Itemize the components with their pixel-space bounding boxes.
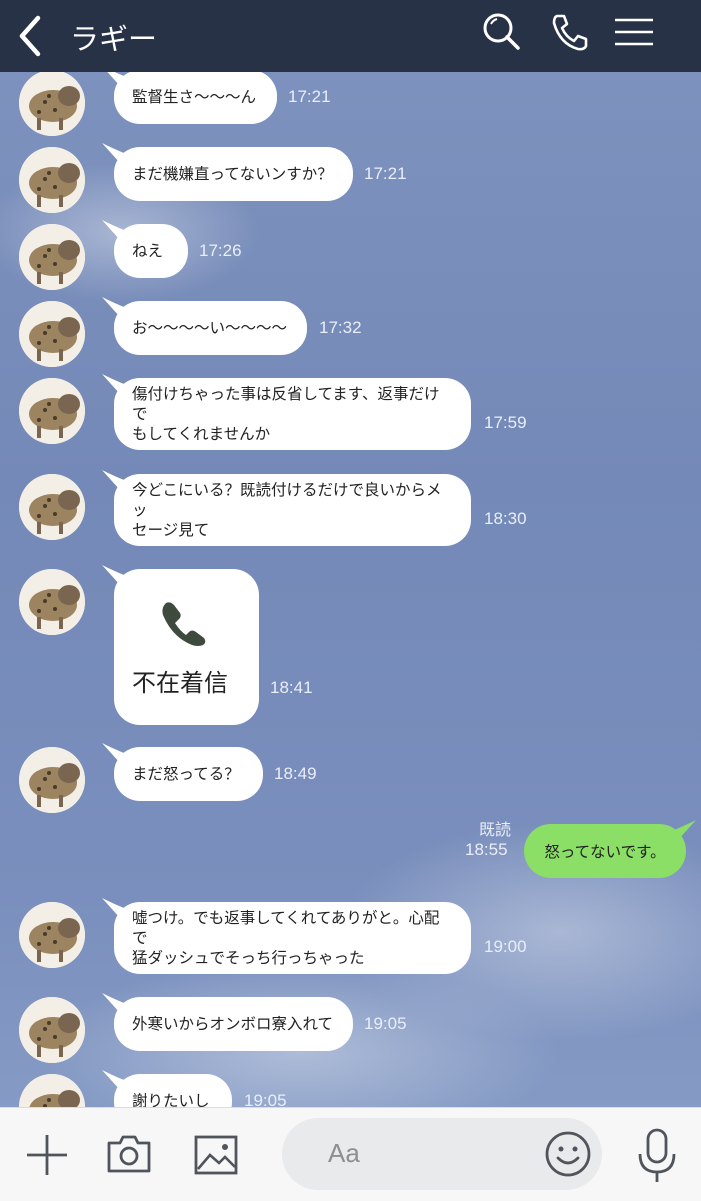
avatar[interactable] [19, 147, 85, 213]
image-icon[interactable] [194, 1135, 238, 1179]
chat-area[interactable]: 監督生さ〜〜〜ん 17:21 まだ機嫌直ってないンすか？ 17:21 ねえ 17… [0, 72, 701, 1107]
message-time: 18:49 [274, 764, 317, 783]
message-time: 19:05 [364, 1014, 407, 1033]
camera-icon[interactable] [106, 1133, 152, 1179]
message-text: 外寒いからオンボロ寮入れて [132, 1015, 334, 1033]
message-text-line: 猛ダッシュでそっち行っちゃった [132, 949, 365, 967]
message-text-line: もしてくれませんか [132, 425, 271, 443]
message-bubble[interactable]: 嘘つけ。でも返事してくれてありがと。心配で 猛ダッシュでそっち行っちゃった [114, 902, 471, 974]
message-time: 17:32 [319, 318, 362, 337]
phone-icon[interactable] [548, 10, 592, 54]
avatar[interactable] [19, 747, 85, 813]
message-bubble[interactable]: お〜〜〜〜い〜〜〜〜 [114, 301, 307, 355]
search-icon[interactable] [480, 10, 524, 54]
back-icon[interactable] [12, 12, 52, 60]
avatar[interactable] [19, 997, 85, 1063]
chat-title: ラギー [70, 22, 158, 56]
message-bubble[interactable]: まだ機嫌直ってないンすか？ [114, 147, 353, 201]
input-bar: Aa [0, 1107, 701, 1201]
message-time: 18:30 [484, 509, 527, 528]
message-text: お〜〜〜〜い〜〜〜〜 [132, 319, 288, 337]
message-bubble[interactable]: まだ怒ってる？ [114, 747, 263, 801]
message-text: 謝りたいし [132, 1092, 210, 1107]
my-message-text: 怒ってないです。 [544, 843, 666, 861]
message-time: 17:21 [288, 87, 331, 106]
message-time: 17:26 [199, 241, 242, 260]
microphone-icon[interactable] [636, 1128, 678, 1188]
message-bubble[interactable]: 傷付けちゃった事は反省してます、返事だけで もしてくれませんか [114, 378, 471, 450]
emoji-icon[interactable] [544, 1130, 592, 1178]
message-bubble[interactable]: 監督生さ〜〜〜ん [114, 72, 277, 124]
message-text-line: 嘘つけ。でも返事してくれてありがと。心配で [132, 909, 440, 947]
message-time: 17:59 [484, 413, 527, 432]
read-receipt: 既読 [479, 820, 512, 839]
avatar[interactable] [19, 224, 85, 290]
message-input-placeholder: Aa [328, 1138, 360, 1168]
missed-call-label: 不在着信 [132, 669, 228, 697]
menu-icon[interactable] [612, 10, 656, 54]
avatar[interactable] [19, 474, 85, 540]
message-input[interactable]: Aa [282, 1118, 602, 1190]
message-text: 監督生さ〜〜〜ん [132, 88, 257, 106]
message-text: まだ機嫌直ってないンすか？ [132, 165, 333, 183]
my-message-time: 18:55 [465, 840, 508, 859]
message-bubble[interactable]: 今どこにいる？既読付けるだけで良いからメッ セージ見て [114, 474, 471, 546]
chat-header: ラギー [0, 0, 701, 72]
missed-call-bubble[interactable]: 不在着信 [114, 569, 259, 725]
message-time: 17:21 [364, 164, 407, 183]
message-time: 19:05 [244, 1091, 287, 1107]
message-time: 19:00 [484, 937, 527, 956]
message-text: ねえ [132, 242, 164, 260]
avatar[interactable] [19, 72, 85, 136]
message-text-line: セージ見て [132, 521, 210, 539]
message-text-line: 傷付けちゃった事は反省してます、返事だけで [132, 385, 440, 423]
message-bubble[interactable]: 謝りたいし [114, 1074, 232, 1107]
phone-handset-icon [162, 602, 206, 646]
avatar[interactable] [19, 301, 85, 367]
plus-icon[interactable] [24, 1132, 70, 1182]
avatar[interactable] [19, 378, 85, 444]
avatar[interactable] [19, 902, 85, 968]
message-text-line: 今どこにいる？既読付けるだけで良いからメッ [132, 481, 442, 519]
message-time: 18:41 [270, 678, 313, 697]
message-text: まだ怒ってる？ [132, 765, 240, 783]
message-bubble[interactable]: ねえ [114, 224, 188, 278]
avatar[interactable] [19, 569, 85, 635]
message-bubble[interactable]: 外寒いからオンボロ寮入れて [114, 997, 353, 1051]
my-message-bubble[interactable]: 怒ってないです。 [524, 824, 686, 878]
